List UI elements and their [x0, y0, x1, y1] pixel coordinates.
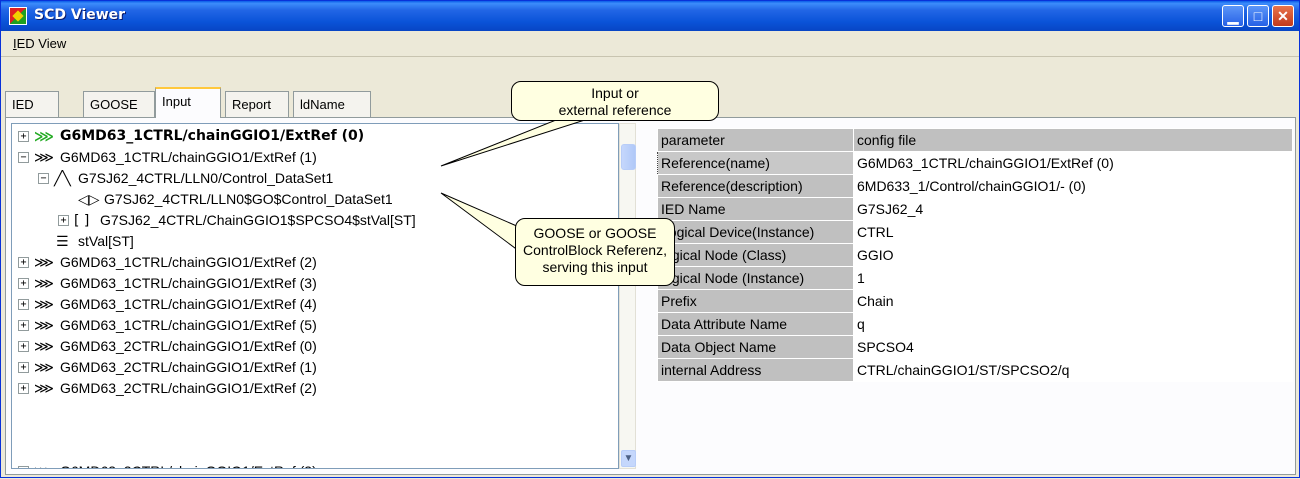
- table-row[interactable]: IED Name G7SJ62_4: [657, 197, 1293, 221]
- maximize-icon: □: [1253, 8, 1263, 24]
- scroll-down-button[interactable]: ▼: [621, 450, 636, 467]
- menu-ied-view[interactable]: IED View: [13, 36, 66, 51]
- input-icon: ⋙: [34, 297, 54, 313]
- input-icon: ⋙: [34, 276, 54, 292]
- window-title: SCD Viewer: [34, 7, 126, 23]
- app-window: SCD Viewer ▁ □ ✕ IED View IED GOOSE Inpu…: [0, 0, 1300, 478]
- value-cell: Chain: [853, 289, 1293, 313]
- tree-scrollbar[interactable]: ▼: [619, 123, 636, 469]
- expand-icon[interactable]: +: [18, 341, 29, 352]
- collapse-icon[interactable]: −: [18, 152, 29, 163]
- value-cell: CTRL/chainGGIO1/ST/SPCSO2/q: [853, 358, 1293, 382]
- value-cell: 6MD633_1/Control/chainGGIO1/- (0): [853, 174, 1293, 198]
- app-icon: [9, 7, 27, 25]
- parameter-cell: internal Address: [657, 358, 854, 382]
- tree-item-label: G6MD63_1CTRL/chainGGIO1/ExtRef (3): [60, 275, 317, 291]
- expand-icon[interactable]: +: [18, 466, 29, 468]
- input-icon: ⋙: [34, 381, 54, 397]
- value-cell: q: [853, 312, 1293, 336]
- value-cell: GGIO: [853, 243, 1293, 267]
- tree-item-label: G6MD63_1CTRL/chainGGIO1/ExtRef (1): [60, 149, 317, 165]
- minimize-button[interactable]: ▁: [1222, 5, 1244, 27]
- expand-icon[interactable]: +: [18, 299, 29, 310]
- callout-goose-reference: GOOSE or GOOSE ControlBlock Referenz, se…: [515, 218, 675, 286]
- parameter-cell: Reference(description): [657, 174, 854, 198]
- minimize-icon: ▁: [1227, 8, 1239, 24]
- close-button[interactable]: ✕: [1272, 5, 1294, 27]
- table-row[interactable]: Logical Device(Instance) CTRL: [657, 220, 1293, 244]
- value-cell: SPCSO4: [853, 335, 1293, 359]
- callout-input-reference: Input or external reference: [511, 81, 719, 121]
- tree-item-label: stVal[ST]: [78, 233, 134, 249]
- table-row[interactable]: Data Attribute Name q: [657, 312, 1293, 336]
- parameter-cell: IED Name: [657, 197, 854, 221]
- column-header-parameter: parameter: [657, 128, 854, 152]
- value-cell: 1: [853, 266, 1293, 290]
- input-icon: ⋙: [34, 339, 54, 355]
- input-icon: ⋙: [34, 129, 54, 145]
- bracket-icon: [ ]: [74, 213, 90, 229]
- tree-item-label: G7SJ62_4CTRL/LLN0$GO$Control_DataSet1: [104, 191, 393, 207]
- tree-item-label: G7SJ62_4CTRL/LLN0/Control_DataSet1: [78, 170, 334, 186]
- parameter-cell: Data Object Name: [657, 335, 854, 359]
- expand-icon[interactable]: +: [18, 257, 29, 268]
- column-header-value: config file: [853, 128, 1293, 152]
- expand-icon[interactable]: +: [58, 215, 69, 226]
- menu-bar: IED View: [1, 31, 1299, 57]
- dataset-icon: ╱╲: [54, 171, 71, 187]
- parameter-cell: Data Attribute Name: [657, 312, 854, 336]
- tab-input[interactable]: Input: [155, 87, 221, 118]
- goose-icon: ◁▷: [78, 192, 100, 208]
- tree-item-label: G6MD63_1CTRL/chainGGIO1/ExtRef (2): [60, 254, 317, 270]
- collapse-icon[interactable]: −: [38, 173, 49, 184]
- tab-ldname[interactable]: ldName: [293, 91, 371, 117]
- input-icon: ⋙: [34, 255, 54, 271]
- input-icon: ⋙: [34, 360, 54, 376]
- chevron-down-icon: ▼: [623, 453, 634, 464]
- properties-grid: parameter config file Reference(name) G6…: [657, 128, 1293, 382]
- table-row[interactable]: Reference(name) G6MD63_1CTRL/chainGGIO1/…: [657, 151, 1293, 175]
- input-icon: ⋙: [34, 462, 54, 468]
- value-cell: G7SJ62_4: [853, 197, 1293, 221]
- input-icon: ⋙: [34, 150, 54, 166]
- maximize-button[interactable]: □: [1247, 5, 1269, 27]
- parameter-cell: Prefix: [657, 289, 854, 313]
- value-cell: G6MD63_1CTRL/chainGGIO1/ExtRef (0): [853, 151, 1293, 175]
- table-row[interactable]: Reference(description) 6MD633_1/Control/…: [657, 174, 1293, 198]
- parameter-cell: Logical Device(Instance): [657, 220, 854, 244]
- input-tree[interactable]: + ⋙ G6MD63_1CTRL/chainGGIO1/ExtRef (0) −…: [11, 123, 619, 469]
- tree-item-label: G6MD63_2CTRL/chainGGIO1/ExtRef (3): [60, 461, 317, 468]
- expand-icon[interactable]: +: [18, 320, 29, 331]
- tree-item-label: G6MD63_2CTRL/chainGGIO1/ExtRef (2): [60, 380, 317, 396]
- title-bar[interactable]: SCD Viewer ▁ □ ✕: [1, 1, 1299, 31]
- tab-goose[interactable]: GOOSE: [83, 91, 155, 117]
- parameter-cell: Reference(name): [657, 151, 854, 175]
- close-icon: ✕: [1277, 8, 1289, 24]
- tree-item-label: G6MD63_1CTRL/chainGGIO1/ExtRef (0): [60, 128, 365, 144]
- attribute-icon: ☰: [56, 234, 69, 250]
- expand-icon[interactable]: +: [18, 278, 29, 289]
- tree-item-label: G6MD63_1CTRL/chainGGIO1/ExtRef (5): [60, 317, 317, 333]
- grid-header-row: parameter config file: [657, 128, 1293, 152]
- expand-icon[interactable]: +: [18, 383, 29, 394]
- parameter-cell: logical Node (Instance): [657, 266, 854, 290]
- input-icon: ⋙: [34, 318, 54, 334]
- table-row[interactable]: internal Address CTRL/chainGGIO1/ST/SPCS…: [657, 358, 1293, 382]
- tab-ied[interactable]: IED: [5, 91, 59, 117]
- expand-icon[interactable]: +: [18, 131, 29, 142]
- table-row[interactable]: Data Object Name SPCSO4: [657, 335, 1293, 359]
- table-row[interactable]: logical Node (Instance) 1: [657, 266, 1293, 290]
- table-row[interactable]: Prefix Chain: [657, 289, 1293, 313]
- scroll-thumb[interactable]: [621, 144, 636, 170]
- value-cell: CTRL: [853, 220, 1293, 244]
- parameter-cell: logical Node (Class): [657, 243, 854, 267]
- table-row[interactable]: logical Node (Class) GGIO: [657, 243, 1293, 267]
- tree-item-label: G6MD63_2CTRL/chainGGIO1/ExtRef (1): [60, 359, 317, 375]
- expand-icon[interactable]: +: [18, 362, 29, 373]
- tree-item-label: G6MD63_1CTRL/chainGGIO1/ExtRef (4): [60, 296, 317, 312]
- tree-item-label: G6MD63_2CTRL/chainGGIO1/ExtRef (0): [60, 338, 317, 354]
- tree-item-label: G7SJ62_4CTRL/ChainGGIO1$SPCSO4$stVal[ST]: [100, 212, 416, 228]
- tab-report[interactable]: Report: [225, 91, 289, 117]
